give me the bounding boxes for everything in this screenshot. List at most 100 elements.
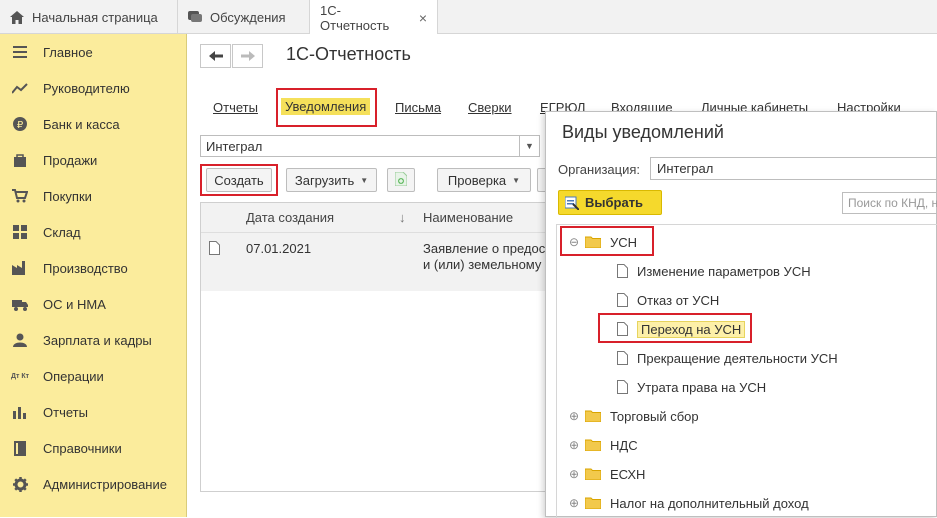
tree-item[interactable]: Отказ от УСН: [617, 289, 719, 311]
tab-discussions[interactable]: Обсуждения: [178, 0, 310, 34]
organization-value: Интеграл: [206, 138, 263, 154]
book-icon: [10, 440, 30, 456]
expand-icon[interactable]: ⊕: [569, 438, 579, 452]
tree-item[interactable]: Прекращение деятельности УСН: [617, 347, 838, 369]
document-icon: [617, 351, 628, 365]
tree-group[interactable]: ⊕ ЕСХН: [569, 463, 645, 485]
sidebar-item-label: Отчеты: [43, 404, 88, 420]
expand-icon[interactable]: ⊕: [569, 409, 579, 423]
choose-icon: [565, 196, 579, 210]
folder-icon: [585, 497, 601, 509]
sidebar-item-fixed-assets[interactable]: ОС и НМА: [0, 286, 187, 322]
tab-1c-reporting[interactable]: 1С-Отчетность ×: [310, 0, 438, 35]
sidebar-item-label: Банк и касса: [43, 116, 120, 132]
expand-icon[interactable]: ⊕: [569, 496, 579, 510]
bar-chart-icon: [10, 404, 30, 420]
organization-label: Организация:: [558, 162, 641, 177]
highlight-frame: [276, 88, 377, 127]
chat-icon: [188, 10, 202, 24]
add-file-button[interactable]: [387, 168, 415, 192]
document-icon: [209, 241, 220, 258]
document-icon: [617, 380, 628, 394]
sidebar-item-warehouse[interactable]: Склад: [0, 214, 187, 250]
organization-field[interactable]: Интеграл: [650, 157, 937, 180]
forward-button[interactable]: [232, 44, 263, 68]
tree-item[interactable]: Изменение параметров УСН: [617, 260, 811, 282]
arrow-right-icon: [240, 49, 255, 64]
person-icon: [10, 332, 30, 348]
sidebar-item-label: Главное: [43, 44, 93, 60]
column-header-date[interactable]: Дата создания: [246, 210, 334, 225]
top-tab-bar: Начальная страница Обсуждения 1С-Отчетно…: [0, 0, 937, 35]
chevron-down-icon: ▼: [512, 175, 521, 185]
sidebar-item-bank[interactable]: ₽ Банк и касса: [0, 106, 187, 142]
highlight-frame: [560, 226, 654, 256]
cart-icon: [10, 188, 30, 204]
folder-icon: [585, 468, 601, 480]
sidebar-item-main[interactable]: Главное: [0, 34, 187, 70]
folder-icon: [585, 410, 601, 422]
truck-icon: [10, 296, 30, 312]
organization-value: Интеграл: [657, 161, 714, 176]
sidebar-item-label: Покупки: [43, 188, 92, 204]
grid-icon: [10, 224, 30, 240]
table-header: Дата создания ↓ Наименование: [201, 203, 559, 233]
sidebar-item-label: Руководителю: [43, 80, 130, 96]
sidebar-item-purchases[interactable]: Покупки: [0, 178, 187, 214]
tree-group[interactable]: ⊕ Торговый сбор: [569, 405, 699, 427]
menu-reconciliations[interactable]: Сверки: [468, 100, 512, 115]
sidebar-item-operations[interactable]: Дт Кт Операции: [0, 358, 187, 394]
row-name-line2: и (или) земельному: [423, 257, 542, 272]
sidebar-item-label: Зарплата и кадры: [43, 332, 152, 348]
check-button-label: Проверка: [447, 172, 507, 188]
trend-icon: [10, 80, 30, 96]
sidebar-item-label: Продажи: [43, 152, 98, 168]
document-icon: [617, 293, 628, 307]
sidebar-item-label: Операции: [43, 368, 104, 384]
menu-reports[interactable]: Отчеты: [213, 100, 258, 115]
tree-group[interactable]: ⊕ НДС: [569, 434, 638, 456]
close-icon[interactable]: ×: [419, 10, 427, 26]
document-icon: [617, 264, 628, 278]
check-button[interactable]: Проверка ▼: [437, 168, 531, 192]
row-name-line1: Заявление о предос: [423, 241, 546, 256]
notification-types-dialog: Виды уведомлений Организация: Интеграл В…: [545, 111, 937, 518]
search-input[interactable]: Поиск по КНД, н: [842, 192, 937, 214]
ruble-icon: ₽: [10, 116, 30, 132]
sidebar-item-sales[interactable]: Продажи: [0, 142, 187, 178]
tree-group[interactable]: ⊕ Налог на дополнительный доход: [569, 492, 809, 514]
column-header-name[interactable]: Наименование: [423, 210, 513, 225]
sidebar-item-label: Склад: [43, 224, 81, 240]
home-icon: [10, 10, 24, 24]
back-button[interactable]: [200, 44, 231, 68]
sidebar-item-label: Администрирование: [43, 476, 167, 492]
menu-icon: [10, 44, 30, 60]
tree-item[interactable]: Утрата права на УСН: [617, 376, 766, 398]
load-button[interactable]: Загрузить ▼: [286, 168, 377, 192]
factory-icon: [10, 260, 30, 276]
sidebar-item-manager[interactable]: Руководителю: [0, 70, 187, 106]
svg-text:₽: ₽: [17, 120, 24, 131]
search-placeholder: Поиск по КНД, н: [848, 196, 937, 210]
sidebar-item-label: ОС и НМА: [43, 296, 106, 312]
notification-types-tree: ⊖ УСН Изменение параметров УСН Отказ от …: [556, 224, 937, 518]
sidebar-item-reports[interactable]: Отчеты: [0, 394, 187, 430]
chevron-down-icon[interactable]: ▼: [519, 136, 539, 156]
dialog-title: Виды уведомлений: [562, 122, 724, 142]
sidebar-item-production[interactable]: Производство: [0, 250, 187, 286]
load-button-label: Загрузить: [294, 172, 355, 188]
tab-label: Начальная страница: [32, 9, 158, 25]
sidebar-item-directories[interactable]: Справочники: [0, 430, 187, 466]
organization-select[interactable]: Интеграл ▼: [200, 135, 540, 157]
tab-home[interactable]: Начальная страница: [0, 0, 178, 34]
choose-button-label: Выбрать: [585, 195, 644, 210]
highlight-frame: [598, 313, 752, 343]
table-row[interactable]: 07.01.2021 Заявление о предос и (или) зе…: [201, 233, 559, 291]
menu-letters[interactable]: Письма: [395, 100, 441, 115]
sidebar-item-admin[interactable]: Администрирование: [0, 466, 187, 502]
bag-icon: [10, 152, 30, 168]
sidebar-item-salary[interactable]: Зарплата и кадры: [0, 322, 187, 358]
row-date: 07.01.2021: [246, 241, 312, 256]
choose-button[interactable]: Выбрать: [558, 190, 662, 215]
expand-icon[interactable]: ⊕: [569, 467, 579, 481]
